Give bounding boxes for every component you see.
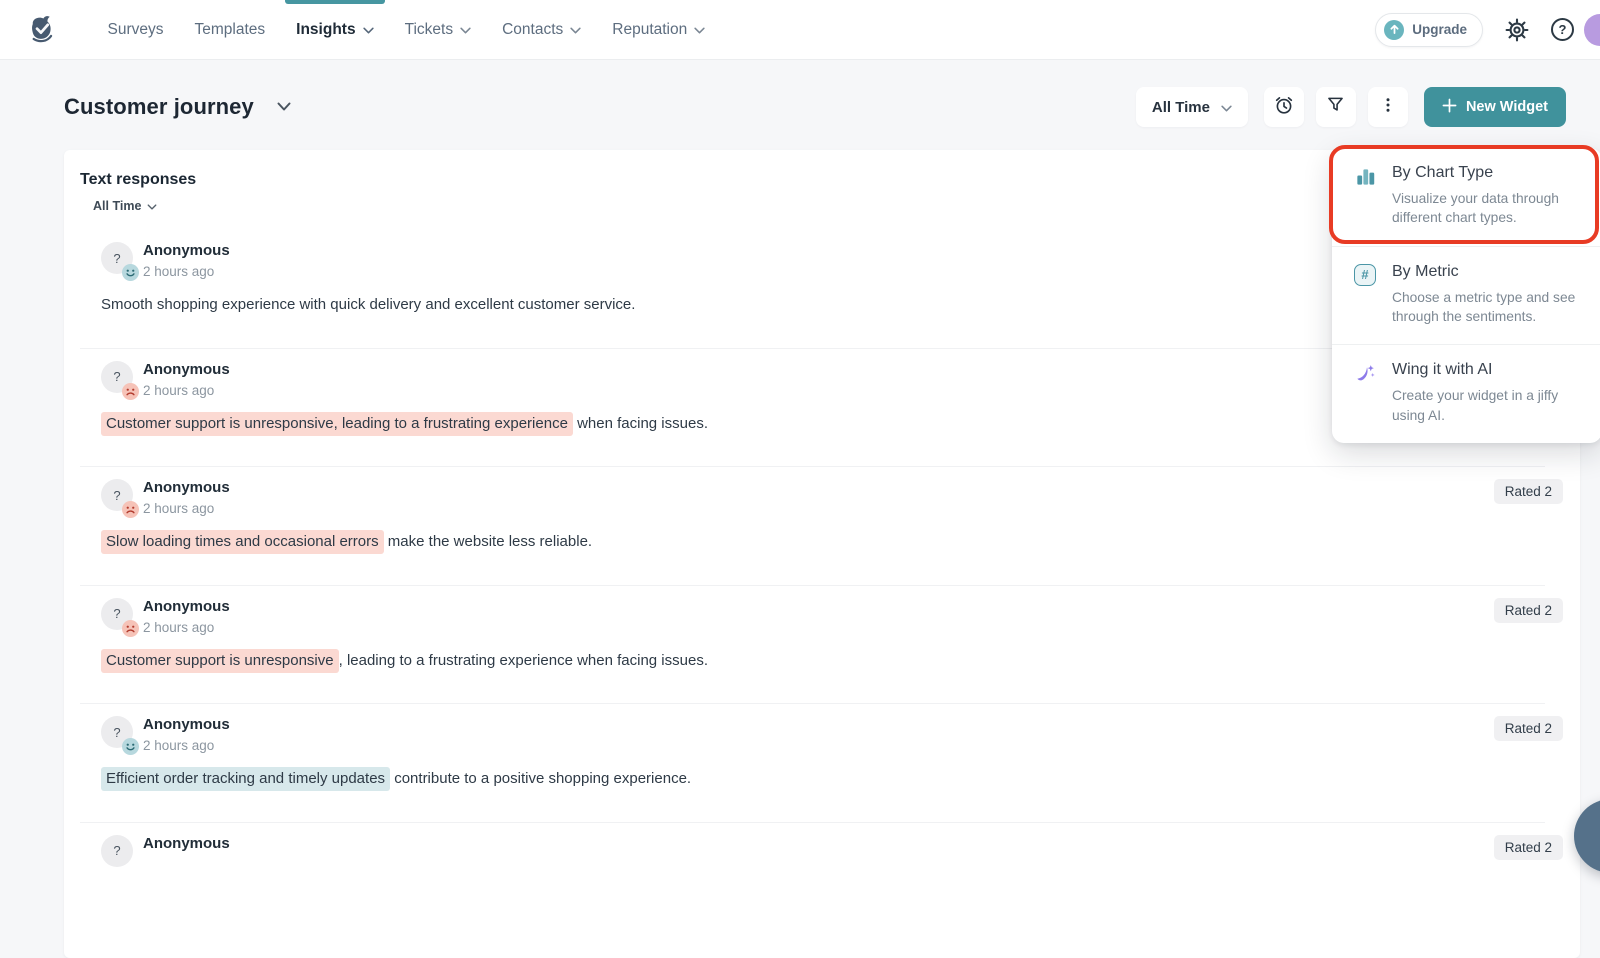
positive-sentiment-icon — [122, 264, 139, 281]
widget-time-filter[interactable]: All Time — [93, 199, 157, 213]
rating-badge: Rated 2 — [1494, 835, 1563, 860]
chevron-down-icon — [570, 21, 581, 39]
response-item: ? Anonymous 2 hours ago Customer support… — [64, 585, 1580, 704]
negative-sentiment-icon — [122, 383, 139, 400]
menu-item-title: By Chart Type — [1392, 164, 1584, 182]
chevron-down-icon — [1221, 99, 1232, 116]
widget-time-filter-value: All Time — [93, 199, 141, 213]
ai-wing-icon — [1354, 362, 1378, 425]
top-navigation: Surveys Templates Insights Tickets Conta… — [0, 0, 1600, 60]
negative-sentiment-icon — [122, 620, 139, 637]
response-text: Customer support is unresponsive, leadin… — [101, 413, 1460, 436]
response-text: Smooth shopping experience with quick de… — [101, 294, 1460, 317]
negative-highlight: Customer support is unresponsive — [101, 649, 339, 673]
new-widget-label: New Widget — [1466, 99, 1548, 115]
time-filter-value: All Time — [1152, 99, 1210, 116]
nav-label: Tickets — [405, 21, 454, 39]
avatar: ? — [101, 716, 133, 748]
menu-item-description: Create your widget in a jiffy using AI. — [1392, 386, 1584, 425]
avatar: ? — [101, 361, 133, 393]
response-text: Customer support is unresponsive, leadin… — [101, 650, 1460, 673]
chevron-down-icon — [460, 21, 471, 39]
response-text: Slow loading times and occasional errors… — [101, 531, 1460, 554]
avatar: ? — [101, 242, 133, 274]
rating-badge: Rated 2 — [1494, 598, 1563, 623]
filter-funnel-icon — [1325, 94, 1346, 120]
time-filter-dropdown[interactable]: All Time — [1136, 87, 1248, 127]
nav-label: Surveys — [108, 21, 164, 39]
new-widget-menu: By Chart Type Visualize your data throug… — [1332, 148, 1600, 443]
nav-label: Insights — [296, 21, 355, 39]
new-widget-button[interactable]: New Widget — [1424, 87, 1566, 127]
nav-item-reputation[interactable]: Reputation — [597, 0, 721, 60]
chevron-down-icon — [363, 21, 374, 39]
negative-highlight: Customer support is unresponsive, leadin… — [101, 412, 573, 436]
rating-badge: Rated 2 — [1494, 716, 1563, 741]
nav-label: Templates — [195, 21, 266, 39]
menu-item-title: By Metric — [1392, 263, 1584, 281]
response-timestamp: 2 hours ago — [143, 383, 230, 398]
topbar-actions: Upgrade ? — [1375, 13, 1574, 47]
nav-item-templates[interactable]: Templates — [179, 0, 281, 60]
avatar: ? — [101, 598, 133, 630]
menu-item-wing-it-with-ai[interactable]: Wing it with AI Create your widget in a … — [1332, 344, 1600, 443]
nav-item-contacts[interactable]: Contacts — [487, 0, 597, 60]
menu-item-description: Visualize your data through different ch… — [1392, 189, 1584, 228]
help-icon[interactable]: ? — [1551, 18, 1574, 41]
respondent-name: Anonymous — [143, 242, 230, 259]
bar-chart-icon — [1354, 165, 1378, 228]
upgrade-button[interactable]: Upgrade — [1375, 13, 1483, 47]
upgrade-arrow-icon — [1384, 20, 1404, 40]
response-timestamp: 2 hours ago — [143, 738, 230, 753]
dashboard-title-dropdown[interactable]: Customer journey — [64, 94, 291, 120]
user-avatar[interactable] — [1584, 14, 1600, 46]
response-item: ? Anonymous Rated 2 — [64, 822, 1580, 898]
chevron-down-icon — [277, 98, 291, 116]
positive-highlight: Efficient order tracking and timely upda… — [101, 767, 390, 791]
response-timestamp: 2 hours ago — [143, 501, 230, 516]
nav-item-insights[interactable]: Insights — [281, 0, 389, 60]
page-title: Customer journey — [64, 94, 254, 120]
nav-label: Reputation — [612, 21, 687, 39]
page-header: Customer journey All Time — [0, 60, 1600, 127]
menu-item-by-chart-type[interactable]: By Chart Type Visualize your data throug… — [1332, 148, 1600, 246]
avatar: ? — [101, 835, 133, 867]
response-item: ? Anonymous 2 hours ago Slow loading tim… — [64, 466, 1580, 585]
more-options-button[interactable] — [1368, 87, 1408, 127]
respondent-name: Anonymous — [143, 479, 230, 496]
nav-label: Contacts — [502, 21, 563, 39]
nav-item-surveys[interactable]: Surveys — [92, 0, 179, 60]
avatar: ? — [101, 479, 133, 511]
nav-item-tickets[interactable]: Tickets — [389, 0, 487, 60]
brand-bird-logo-icon[interactable] — [26, 11, 62, 49]
positive-sentiment-icon — [122, 738, 139, 755]
menu-item-description: Choose a metric type and see through the… — [1392, 288, 1584, 327]
chevron-down-icon — [147, 199, 157, 213]
respondent-name: Anonymous — [143, 361, 230, 378]
respondent-name: Anonymous — [143, 835, 230, 852]
response-item: ? Anonymous 2 hours ago Efficient order … — [64, 703, 1580, 822]
chevron-down-icon — [694, 21, 705, 39]
negative-sentiment-icon — [122, 501, 139, 518]
respondent-name: Anonymous — [143, 598, 230, 615]
anonymous-question-avatar: ? — [101, 835, 133, 867]
negative-highlight: Slow loading times and occasional errors — [101, 530, 384, 554]
menu-item-by-metric[interactable]: # By Metric Choose a metric type and see… — [1332, 246, 1600, 345]
plus-icon — [1442, 98, 1457, 117]
respondent-name: Anonymous — [143, 716, 230, 733]
alarm-clock-icon — [1273, 94, 1295, 121]
response-timestamp: 2 hours ago — [143, 620, 230, 635]
schedule-report-button[interactable] — [1264, 87, 1304, 127]
hash-metric-icon: # — [1354, 264, 1378, 327]
upgrade-label: Upgrade — [1412, 22, 1467, 37]
settings-gear-icon[interactable] — [1505, 18, 1529, 42]
response-text: Efficient order tracking and timely upda… — [101, 768, 1460, 791]
menu-item-title: Wing it with AI — [1392, 361, 1584, 379]
response-timestamp: 2 hours ago — [143, 264, 230, 279]
rating-badge: Rated 2 — [1494, 479, 1563, 504]
main-nav: Surveys Templates Insights Tickets Conta… — [92, 0, 721, 60]
dashboard-controls: All Time — [1136, 87, 1566, 127]
kebab-menu-icon — [1379, 96, 1397, 119]
filter-button[interactable] — [1316, 87, 1356, 127]
